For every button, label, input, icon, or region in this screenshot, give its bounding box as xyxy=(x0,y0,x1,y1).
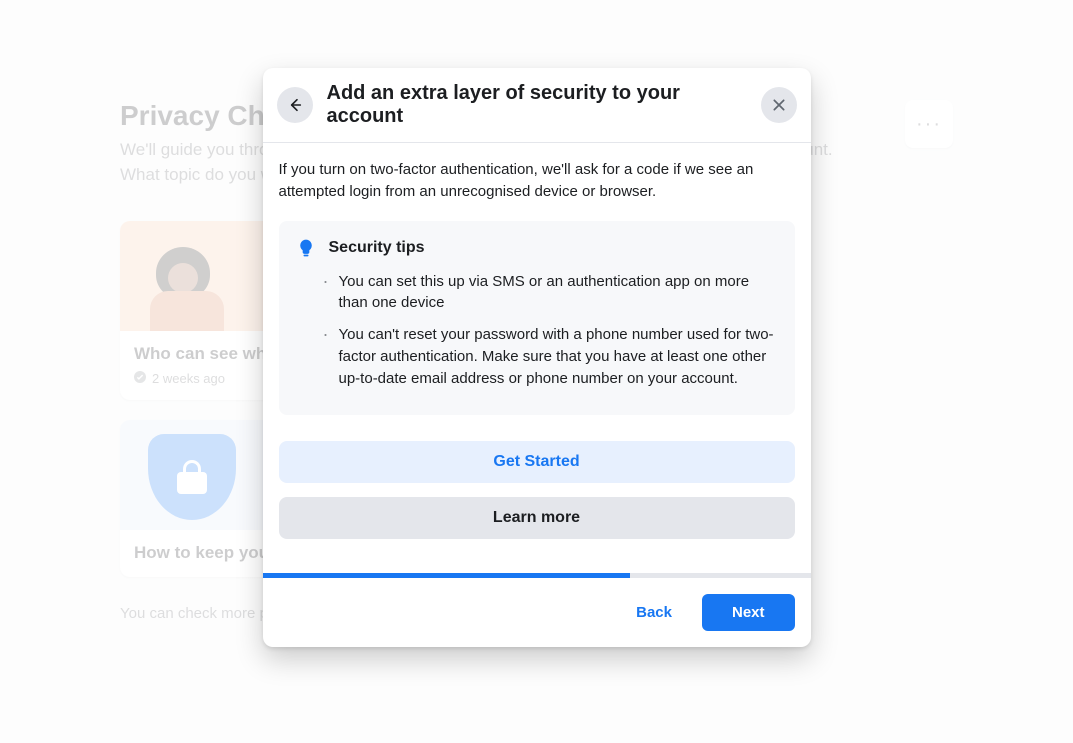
modal-header: Add an extra layer of security to your a… xyxy=(263,68,811,143)
back-button[interactable]: Back xyxy=(622,594,686,631)
modal-title: Add an extra layer of security to your a… xyxy=(327,82,747,128)
back-icon-button[interactable] xyxy=(277,87,313,123)
arrow-left-icon xyxy=(287,97,303,113)
progress-fill xyxy=(263,573,630,578)
learn-more-button[interactable]: Learn more xyxy=(279,497,795,539)
lightbulb-icon xyxy=(295,237,317,259)
security-tips-title: Security tips xyxy=(329,239,425,257)
two-factor-modal: Add an extra layer of security to your a… xyxy=(263,68,811,647)
modal-footer: Back Next xyxy=(263,578,811,647)
security-tip: You can set this up via SMS or an authen… xyxy=(339,271,779,315)
next-button[interactable]: Next xyxy=(702,594,795,631)
close-button[interactable] xyxy=(761,87,797,123)
security-tips-panel: Security tips You can set this up via SM… xyxy=(279,221,795,416)
security-tip: You can't reset your password with a pho… xyxy=(339,324,779,389)
close-icon xyxy=(771,97,787,113)
modal-description: If you turn on two-factor authentication… xyxy=(279,159,795,203)
get-started-button[interactable]: Get Started xyxy=(279,441,795,483)
progress-bar xyxy=(263,573,811,578)
